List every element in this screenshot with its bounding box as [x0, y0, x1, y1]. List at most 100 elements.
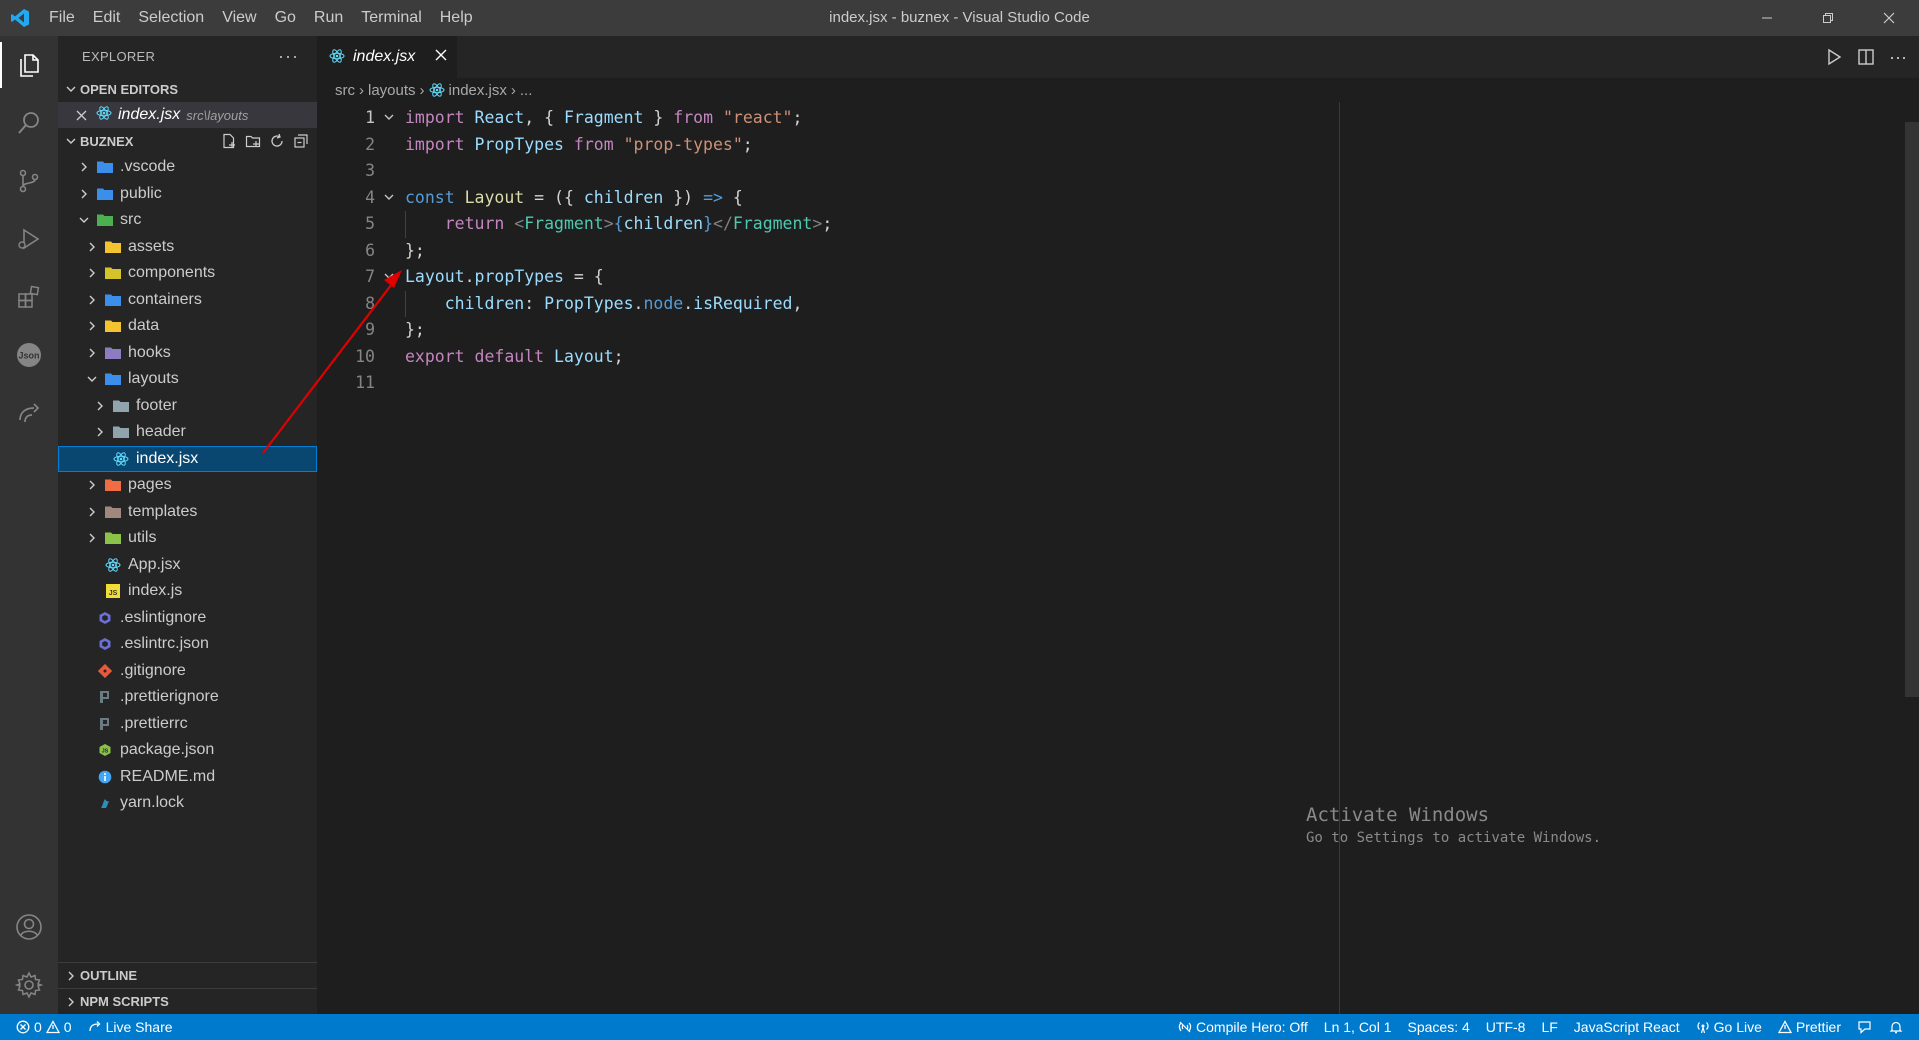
tree-file[interactable]: .prettierignore: [58, 684, 317, 711]
code-line[interactable]: 1 import React, { Fragment } from "react"…: [317, 105, 1887, 132]
compile-hero-status[interactable]: Compile Hero: Off: [1170, 1019, 1316, 1035]
breadcrumb-item[interactable]: ...: [520, 82, 533, 99]
extensions-activity[interactable]: [0, 268, 58, 326]
go-live-status[interactable]: Go Live: [1688, 1019, 1770, 1035]
tree-folder[interactable]: hooks: [58, 340, 317, 367]
problems-status[interactable]: 0 0: [0, 1019, 80, 1035]
close-window-button[interactable]: [1858, 0, 1919, 36]
more-actions-icon[interactable]: ···: [1889, 47, 1907, 68]
menu-selection[interactable]: Selection: [129, 0, 213, 36]
status-bar-right: Compile Hero: Off Ln 1, Col 1 Spaces: 4 …: [1170, 1019, 1919, 1035]
tree-file[interactable]: index.jsx: [58, 445, 317, 472]
cursor-position-status[interactable]: Ln 1, Col 1: [1316, 1019, 1400, 1035]
fold-chevron-icon[interactable]: [381, 185, 397, 212]
menu-go[interactable]: Go: [266, 0, 305, 36]
code-line[interactable]: 11: [317, 370, 1887, 397]
new-file-icon[interactable]: [221, 133, 237, 149]
code-line[interactable]: 5 return <Fragment>{children}</Fragment>…: [317, 211, 1887, 238]
tree-folder[interactable]: containers: [58, 287, 317, 314]
tree-file[interactable]: .eslintrc.json: [58, 631, 317, 658]
minimize-button[interactable]: [1736, 0, 1797, 36]
tree-folder[interactable]: src: [58, 207, 317, 234]
code-line[interactable]: 9};: [317, 317, 1887, 344]
tree-folder[interactable]: components: [58, 260, 317, 287]
search-activity[interactable]: [0, 94, 58, 152]
tree-folder[interactable]: footer: [58, 393, 317, 420]
menu-run[interactable]: Run: [305, 0, 352, 36]
code-editor[interactable]: Activate Windows Go to Settings to activ…: [317, 102, 1919, 1014]
tree-folder[interactable]: header: [58, 419, 317, 446]
chevron-right-icon: [76, 188, 92, 200]
tree-file[interactable]: README.md: [58, 764, 317, 791]
npm-scripts-section[interactable]: NPM SCRIPTS: [58, 988, 317, 1014]
notifications-status[interactable]: [1881, 1020, 1919, 1034]
source-control-activity[interactable]: [0, 152, 58, 210]
eol-status[interactable]: LF: [1533, 1019, 1565, 1035]
outline-section[interactable]: OUTLINE: [58, 962, 317, 988]
run-debug-activity[interactable]: [0, 210, 58, 268]
language-status[interactable]: JavaScript React: [1566, 1019, 1688, 1035]
tree-folder[interactable]: templates: [58, 499, 317, 526]
code-line[interactable]: 6};: [317, 238, 1887, 265]
breadcrumb-item[interactable]: index.jsx: [449, 82, 507, 99]
tree-file[interactable]: JS index.js: [58, 578, 317, 605]
menu-help[interactable]: Help: [431, 0, 482, 36]
tree-folder[interactable]: public: [58, 181, 317, 208]
code-text: };: [405, 317, 425, 344]
menu-terminal[interactable]: Terminal: [352, 0, 430, 36]
fold-chevron-icon[interactable]: [381, 264, 397, 291]
code-token: export: [405, 346, 465, 366]
breadcrumb-item[interactable]: layouts: [368, 82, 416, 99]
prettier-status[interactable]: Prettier: [1770, 1019, 1849, 1035]
accounts-activity[interactable]: [0, 898, 58, 956]
tree-file[interactable]: JS package.json: [58, 737, 317, 764]
tree-folder[interactable]: .vscode: [58, 154, 317, 181]
menu-view[interactable]: View: [213, 0, 265, 36]
split-editor-icon[interactable]: [1857, 48, 1875, 66]
tree-file[interactable]: App.jsx: [58, 552, 317, 579]
indentation-status[interactable]: Spaces: 4: [1400, 1019, 1478, 1035]
code-line[interactable]: 7 Layout.propTypes = {: [317, 264, 1887, 291]
tree-folder[interactable]: assets: [58, 234, 317, 261]
more-actions-icon[interactable]: ···: [278, 46, 299, 67]
code-line[interactable]: 10 export default Layout;: [317, 344, 1887, 371]
code-line[interactable]: 3: [317, 158, 1887, 185]
fold-chevron-icon[interactable]: [381, 105, 397, 132]
breadcrumb-item[interactable]: src: [335, 82, 355, 99]
tree-file[interactable]: .gitignore: [58, 658, 317, 685]
close-icon[interactable]: [72, 110, 90, 121]
tree-file[interactable]: yarn.lock: [58, 790, 317, 817]
open-editor-item[interactable]: index.jsx src\layouts: [58, 102, 317, 128]
tree-folder[interactable]: pages: [58, 472, 317, 499]
broadcast-off-icon: [1178, 1021, 1192, 1033]
refresh-icon[interactable]: [269, 133, 285, 149]
live-share-activity[interactable]: [0, 384, 58, 442]
menu-file[interactable]: File: [40, 0, 84, 36]
encoding-status[interactable]: UTF-8: [1478, 1019, 1534, 1035]
tree-file[interactable]: .eslintignore: [58, 605, 317, 632]
close-tab-icon[interactable]: [435, 48, 447, 66]
feedback-status[interactable]: [1849, 1019, 1881, 1035]
json-activity[interactable]: Json: [0, 326, 58, 384]
collapse-all-icon[interactable]: [293, 133, 309, 149]
run-icon[interactable]: [1825, 48, 1843, 66]
manage-activity[interactable]: [0, 956, 58, 1014]
code-line[interactable]: 8 children: PropTypes.node.isRequired,: [317, 291, 1887, 318]
tree-folder[interactable]: utils: [58, 525, 317, 552]
tab-index-jsx[interactable]: index.jsx: [317, 36, 457, 78]
new-folder-icon[interactable]: [245, 133, 261, 149]
tree-folder[interactable]: data: [58, 313, 317, 340]
code-line[interactable]: 4 const Layout = ({ children }) => {: [317, 185, 1887, 212]
editor-scrollbar[interactable]: [1905, 122, 1919, 697]
tree-file[interactable]: .prettierrc: [58, 711, 317, 738]
project-section[interactable]: BUZNEX: [58, 128, 317, 154]
code-token: "react": [722, 108, 793, 127]
code-line[interactable]: 2 import PropTypes from "prop-types";: [317, 132, 1887, 159]
restore-button[interactable]: [1797, 0, 1858, 36]
live-share-status[interactable]: Live Share: [80, 1019, 181, 1035]
tree-item-label: .vscode: [120, 158, 176, 176]
menu-edit[interactable]: Edit: [84, 0, 130, 36]
open-editors-section[interactable]: OPEN EDITORS: [58, 76, 317, 102]
tree-folder[interactable]: layouts: [58, 366, 317, 393]
explorer-activity[interactable]: [0, 36, 58, 94]
